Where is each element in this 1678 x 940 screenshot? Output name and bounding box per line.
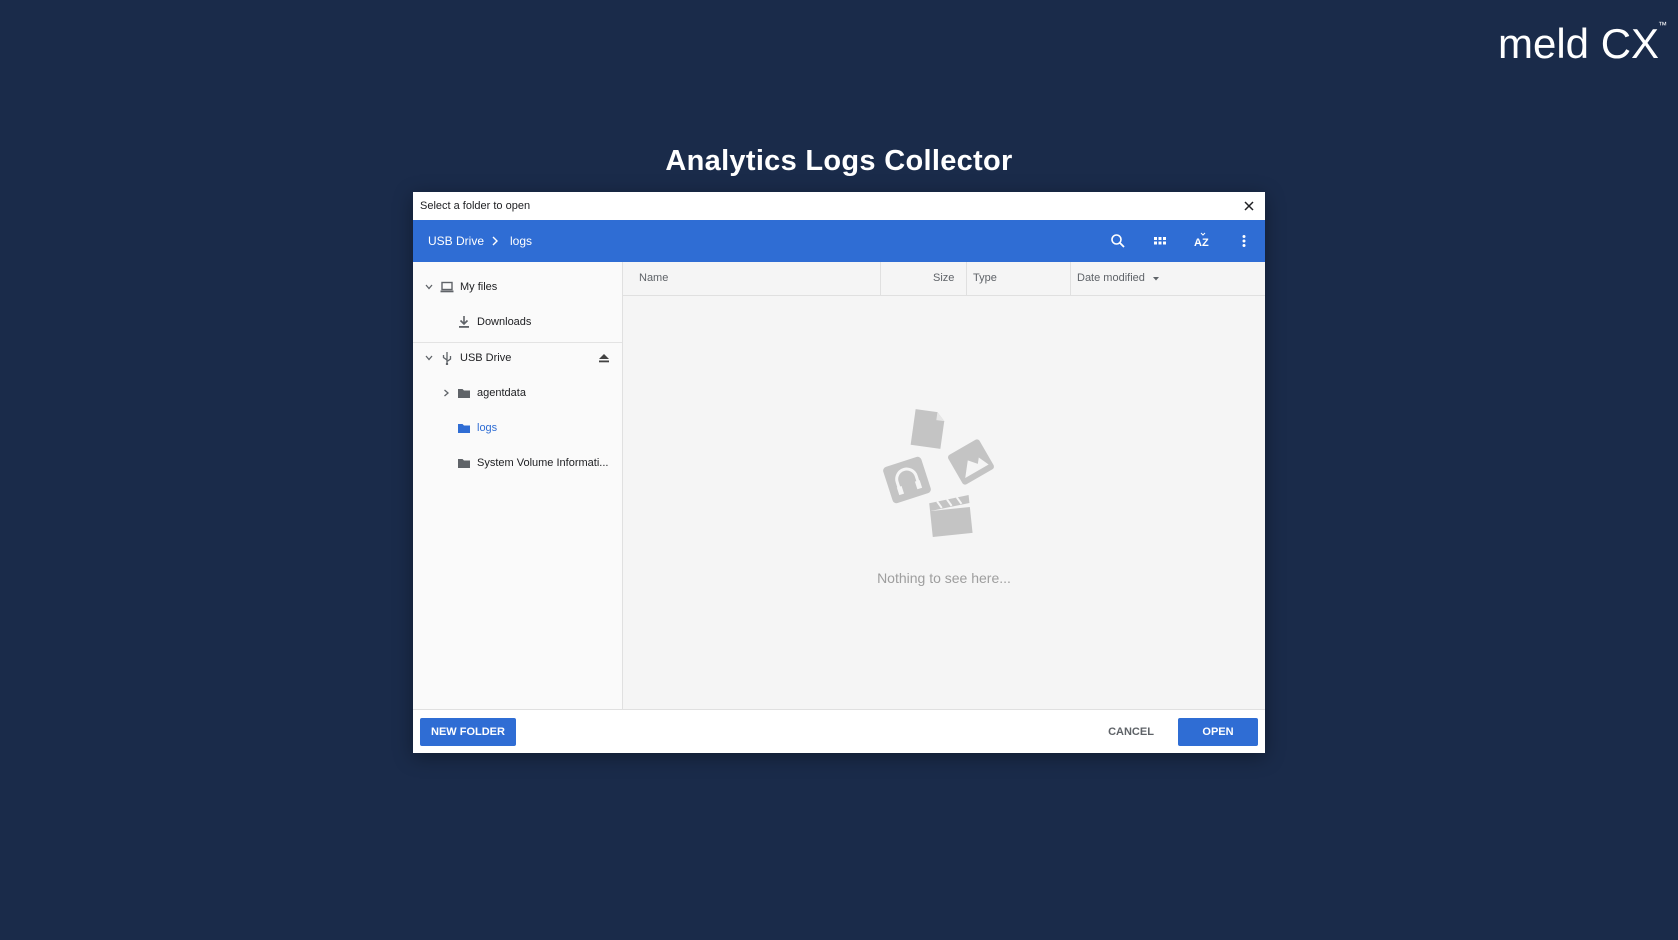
column-header-row: Name Size Type Date modified (623, 262, 1265, 296)
grid-view-icon[interactable] (1149, 230, 1171, 252)
sidebar-item-system-volume[interactable]: System Volume Informati... (413, 448, 622, 478)
column-name[interactable]: Name (639, 262, 668, 295)
dialog-title: Select a folder to open (420, 200, 531, 212)
column-date-modified[interactable]: Date modified (1077, 262, 1145, 295)
breadcrumb-usb-drive[interactable]: USB Drive (428, 234, 484, 248)
open-button[interactable]: OPEN (1178, 718, 1258, 746)
logo-trademark: ™ (1658, 20, 1667, 30)
computer-icon (440, 281, 454, 293)
empty-state-message: Nothing to see here... (877, 570, 1011, 586)
page-title: Analytics Logs Collector (665, 145, 1013, 177)
sidebar-item-label: Downloads (477, 316, 532, 328)
column-divider (880, 262, 881, 295)
column-divider (966, 262, 967, 295)
sidebar-item-downloads[interactable]: Downloads (413, 307, 622, 337)
sidebar-item-agentdata[interactable]: agentdata (413, 378, 622, 408)
sidebar-item-logs[interactable]: logs (413, 413, 622, 443)
sidebar-item-label: My files (460, 281, 498, 293)
sidebar-item-label: USB Drive (460, 352, 512, 364)
sort-az-label: AZ (1194, 237, 1209, 249)
file-list-pane: Name Size Type Date modified Nothing to … (623, 262, 1265, 709)
sidebar: My files Downloads USB Drive agentdata l… (413, 262, 623, 709)
eject-icon[interactable] (597, 351, 611, 365)
usb-icon (442, 352, 452, 365)
search-icon[interactable] (1107, 230, 1129, 252)
chevron-down-icon[interactable] (424, 282, 434, 292)
folder-picker-dialog: Select a folder to open USB Drive logs A… (413, 192, 1265, 753)
sidebar-item-usb-drive[interactable]: USB Drive (413, 343, 622, 373)
sidebar-item-label: System Volume Informati... (477, 457, 609, 469)
breadcrumb-logs[interactable]: logs (510, 234, 532, 248)
dialog-footer: NEW FOLDER CANCEL OPEN (413, 709, 1265, 753)
sidebar-item-my-files[interactable]: My files (413, 272, 622, 302)
logo-text: meld CX (1498, 20, 1659, 67)
new-folder-button[interactable]: NEW FOLDER (420, 718, 516, 746)
meld-cx-logo: meld CX ™ (1498, 20, 1667, 67)
sidebar-item-label: agentdata (477, 387, 526, 399)
more-vert-icon[interactable] (1233, 230, 1255, 252)
close-icon[interactable] (1239, 196, 1259, 216)
chevron-right-icon[interactable] (441, 388, 451, 398)
dialog-titlebar: Select a folder to open (413, 192, 1265, 220)
sort-az-icon[interactable]: AZ (1191, 230, 1213, 252)
column-divider (1070, 262, 1071, 295)
chevron-down-icon[interactable] (424, 353, 434, 363)
chevron-right-icon (492, 236, 498, 246)
folder-icon (458, 424, 470, 433)
dialog-toolbar: USB Drive logs AZ (413, 220, 1265, 262)
column-type[interactable]: Type (973, 262, 997, 295)
folder-icon (458, 459, 470, 468)
download-icon (459, 316, 469, 328)
sidebar-item-label: logs (477, 422, 498, 434)
folder-icon (458, 389, 470, 398)
sort-descending-icon (1153, 277, 1159, 281)
cancel-button[interactable]: CANCEL (1091, 718, 1171, 746)
column-size[interactable]: Size (933, 262, 954, 295)
empty-folder-illustration-icon (883, 409, 994, 537)
